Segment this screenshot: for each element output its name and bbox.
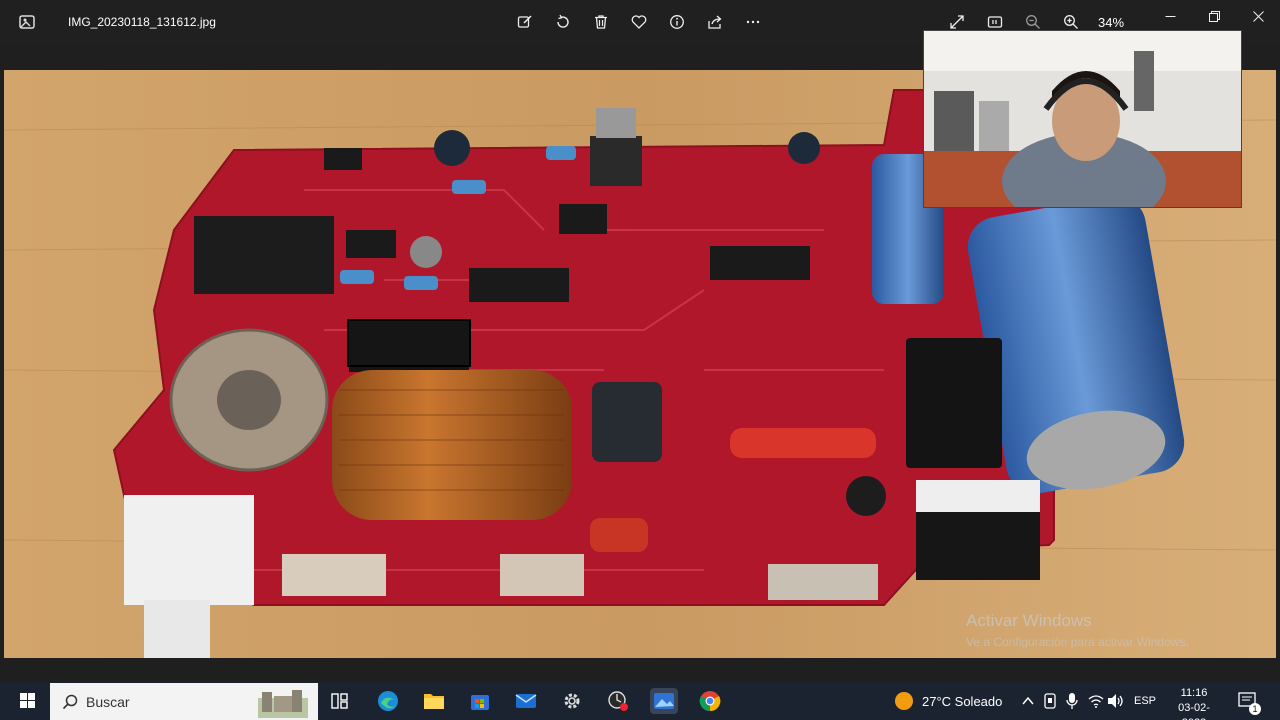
close-icon[interactable]: [1236, 0, 1280, 32]
mail-icon[interactable]: [512, 688, 540, 714]
microsoft-store-icon[interactable]: [466, 688, 494, 714]
snipping-tool-icon[interactable]: [604, 688, 632, 714]
webcam-feed: [924, 31, 1241, 207]
restore-icon[interactable]: [1192, 0, 1236, 32]
activation-watermark: Activar Windows Ve a Configuración para …: [966, 611, 1189, 649]
search-icon: [62, 694, 78, 710]
search-placeholder: Buscar: [86, 694, 130, 710]
window-controls: [1148, 0, 1280, 32]
watermark-subtitle: Ve a Configuración para activar Windows.: [966, 635, 1189, 649]
settings-gear-icon[interactable]: [558, 688, 586, 714]
photos-taskbar-icon[interactable]: [650, 688, 678, 714]
rotate-icon[interactable]: [550, 10, 576, 34]
watermark-title: Activar Windows: [966, 611, 1092, 630]
weather-text[interactable]: 27°C Soleado: [922, 694, 1002, 709]
favorite-icon[interactable]: [626, 10, 652, 34]
castle-highlight-icon: [258, 690, 308, 718]
windows-start-icon[interactable]: [8, 691, 46, 711]
photos-app-icon[interactable]: [18, 13, 36, 31]
language-indicator[interactable]: ESP: [1134, 695, 1156, 707]
more-icon[interactable]: [740, 10, 766, 34]
photos-app: IMG_20230118_131612.jpg 34% Activar Wind…: [0, 0, 1280, 720]
task-view-icon[interactable]: [326, 688, 354, 714]
notification-count-badge: 1: [1249, 703, 1261, 715]
chrome-browser-icon[interactable]: [696, 688, 724, 714]
edit-icon[interactable]: [512, 10, 538, 34]
webcam-overlay: [923, 30, 1242, 208]
share-icon[interactable]: [702, 10, 728, 34]
file-name: IMG_20230118_131612.jpg: [68, 15, 216, 29]
delete-icon[interactable]: [588, 10, 614, 34]
volume-icon[interactable]: [1102, 688, 1130, 714]
minimize-icon[interactable]: [1148, 0, 1192, 32]
clock-time: 11:16: [1180, 687, 1208, 699]
zoom-level[interactable]: 34%: [1098, 15, 1124, 30]
clock-date: 03-02-2023: [1178, 702, 1210, 720]
system-clock[interactable]: 11:16 03-02-2023: [1166, 686, 1222, 720]
image-toolbar: [512, 10, 766, 34]
edge-browser-icon[interactable]: [374, 688, 402, 714]
info-icon[interactable]: [664, 10, 690, 34]
file-explorer-icon[interactable]: [420, 688, 448, 714]
weather-sun-icon[interactable]: [890, 688, 918, 714]
